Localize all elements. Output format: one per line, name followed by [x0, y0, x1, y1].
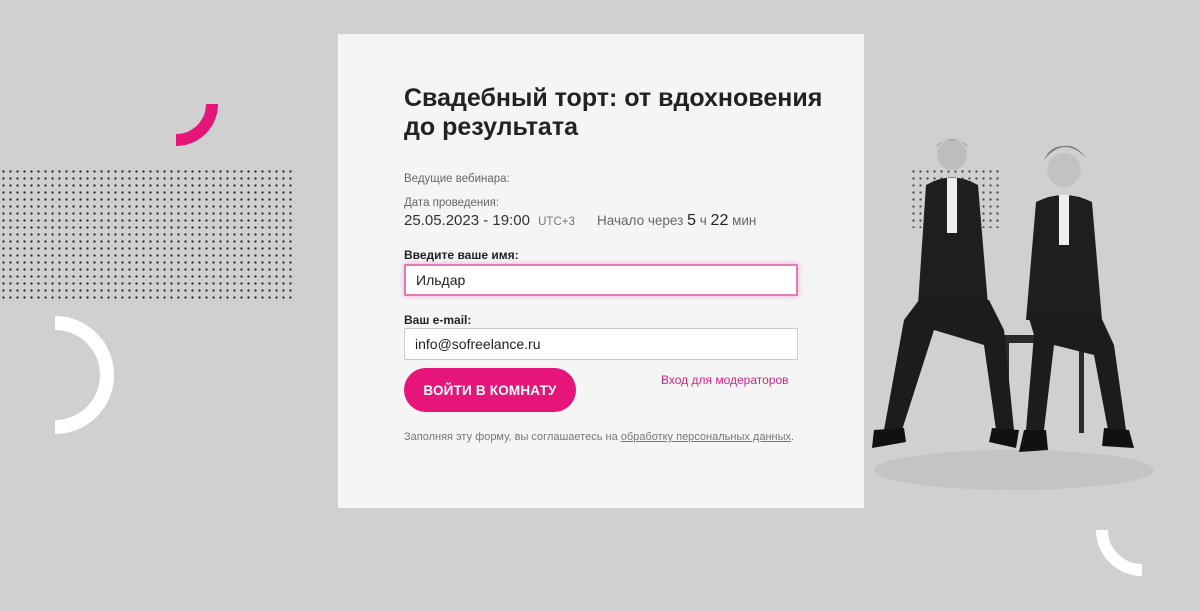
- privacy-link[interactable]: обработку персональных данных: [621, 431, 791, 443]
- consent-end: .: [791, 431, 795, 443]
- hosts-label: Ведущие вебинара:: [404, 173, 510, 185]
- date-value: 25.05.2023 - 19:00: [404, 212, 530, 229]
- timezone: UTC+3: [538, 216, 575, 228]
- consent-text: Заполняя эту форму, вы соглашаетесь на о…: [404, 430, 798, 445]
- login-card: Свадебный торт: от вдохновения до резуль…: [338, 34, 864, 508]
- consent-prefix: Заполняя эту форму, вы соглашаетесь на: [404, 431, 621, 443]
- minutes-value: 22: [710, 212, 729, 229]
- white-ring-icon: [54, 316, 114, 434]
- hosts-photo: [872, 139, 1154, 490]
- hours-value: 5: [687, 212, 696, 229]
- email-input[interactable]: [404, 328, 798, 360]
- webinar-title: Свадебный торт: от вдохновения до резуль…: [404, 84, 823, 141]
- countdown: Начало через 5 ч 22 мин: [597, 212, 757, 229]
- name-label: Введите ваше имя:: [404, 248, 519, 262]
- starts-in-label: Начало через: [597, 213, 684, 228]
- hours-unit: ч: [699, 213, 707, 228]
- enter-room-button[interactable]: ВОЙТИ В КОМНАТУ: [404, 368, 576, 412]
- date-row: 25.05.2023 - 19:00 UTC+3 Начало через 5 …: [404, 212, 756, 230]
- minutes-unit: мин: [732, 213, 757, 228]
- moderator-login-link[interactable]: Вход для модераторов: [661, 373, 789, 387]
- name-input[interactable]: [404, 264, 798, 296]
- dot-grid-left: [0, 168, 296, 300]
- pink-arc-icon: [175, 103, 218, 146]
- email-label: Ваш e-mail:: [404, 313, 472, 327]
- date-label: Дата проведения:: [404, 197, 500, 209]
- white-arc-icon: [1096, 529, 1143, 576]
